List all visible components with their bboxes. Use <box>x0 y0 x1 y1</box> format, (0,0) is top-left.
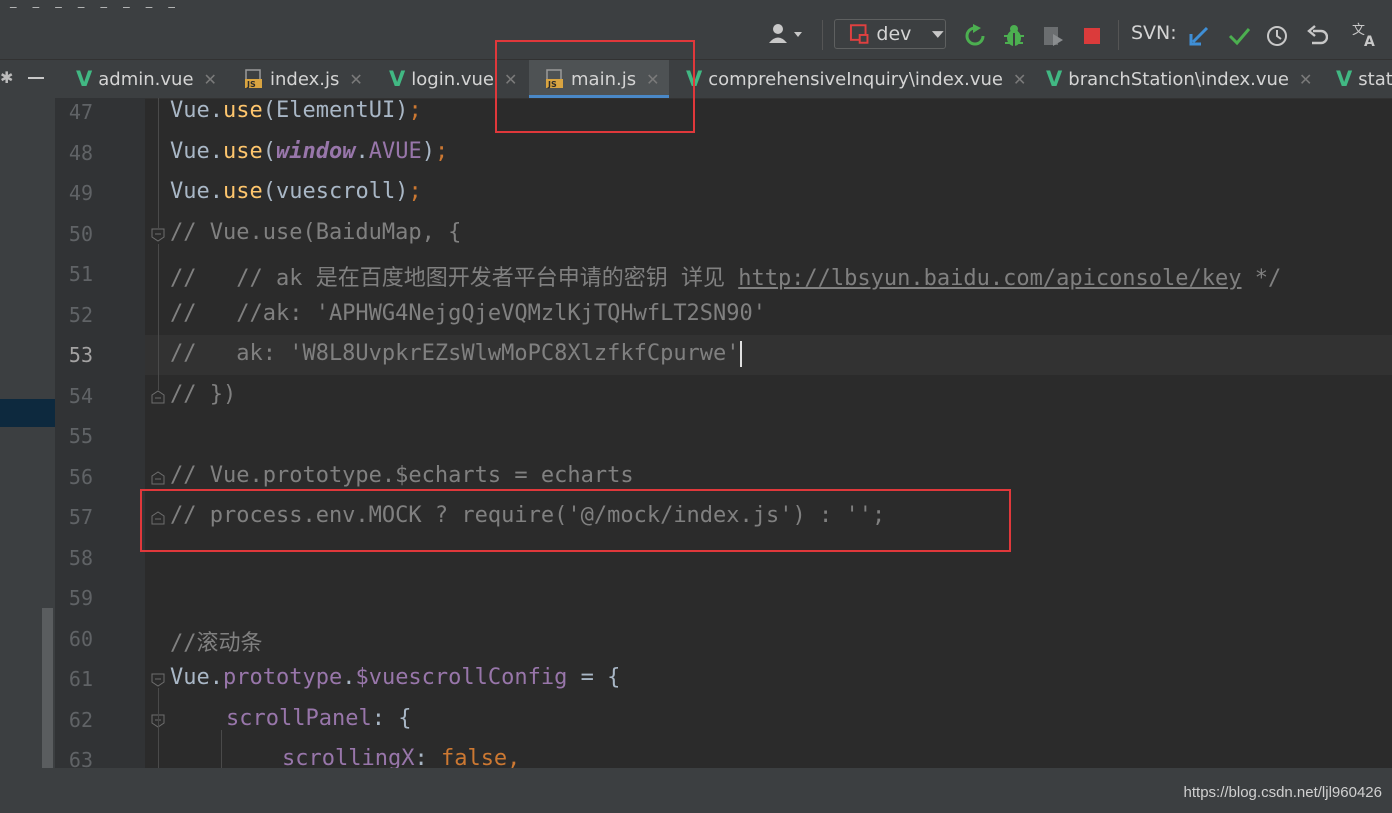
indent-guide <box>158 244 159 390</box>
branch-label: dev <box>876 23 912 45</box>
close-icon[interactable]: ✕ <box>1013 70 1026 89</box>
line-number: 59 <box>68 586 93 610</box>
svn-update-icon[interactable] <box>1186 22 1212 50</box>
svg-text:JS: JS <box>246 80 256 89</box>
tab-stat[interactable]: V stat <box>1336 60 1392 98</box>
code-line-56[interactable]: // Vue.prototype.$echarts = echarts <box>170 463 634 488</box>
line-number: 55 <box>68 424 93 448</box>
svn-label: SVN: <box>1131 22 1177 44</box>
history-icon[interactable] <box>1264 22 1290 50</box>
user-icon[interactable] <box>766 20 808 48</box>
vue-file-icon: V <box>389 67 406 91</box>
vue-file-icon: V <box>1336 67 1353 91</box>
stop-icon[interactable] <box>1080 22 1104 50</box>
fold-icon[interactable] <box>151 390 165 404</box>
line-number: 61 <box>68 667 93 691</box>
toolbar-separator <box>1118 20 1119 50</box>
code-line-52[interactable]: // //ak: 'APHWG4NejgQjeVQMzlKjTQHwfLT2SN… <box>170 301 766 326</box>
line-number: 60 <box>68 627 93 651</box>
debug-icon[interactable] <box>1000 22 1028 50</box>
line-number: 53 <box>68 343 93 367</box>
code-line-61[interactable]: Vue.prototype.$vuescrollConfig = { <box>170 665 620 690</box>
vue-file-icon: V <box>1046 67 1063 91</box>
coverage-icon[interactable] <box>1040 22 1066 50</box>
revert-icon[interactable] <box>1304 22 1330 50</box>
selected-item[interactable] <box>0 399 55 427</box>
watermark: https://blog.csdn.net/ljl960426 <box>1183 784 1382 801</box>
indent-guide <box>158 688 159 768</box>
tab-branch-station[interactable]: V branchStation\index.vue ✕ <box>1046 60 1312 98</box>
project-panel <box>0 98 55 813</box>
code-line-53[interactable]: // ak: 'W8L8UvpkrEZsWlwMoPC8XlzfkfCpurwe… <box>170 341 742 367</box>
svn-commit-icon[interactable] <box>1226 22 1252 50</box>
close-icon[interactable]: ✕ <box>349 70 362 89</box>
code-line-60[interactable]: //滚动条 <box>170 625 263 657</box>
code-line-51[interactable]: // // ak 是在百度地图开发者平台申请的密钥 详见 http://lbsy… <box>170 260 1281 292</box>
line-number: 48 <box>68 141 93 165</box>
text-caret <box>739 341 742 367</box>
tab-comprehensive-inquiry[interactable]: V comprehensiveInquiry\index.vue ✕ <box>686 60 1026 98</box>
config-icon <box>849 24 869 44</box>
svg-text:A: A <box>1364 34 1375 48</box>
chevron-down-icon <box>932 31 945 38</box>
tab-admin-vue[interactable]: V admin.vue ✕ <box>76 60 217 98</box>
close-icon[interactable]: ✕ <box>204 70 217 89</box>
line-number: 50 <box>68 222 93 246</box>
line-number: 54 <box>68 384 93 408</box>
rerun-icon[interactable] <box>962 22 988 50</box>
code-line-47[interactable]: Vue.use(ElementUI); <box>170 98 422 123</box>
code-line-49[interactable]: Vue.use(vuescroll); <box>170 179 422 204</box>
line-number: 47 <box>68 100 93 124</box>
toolbar-separator <box>822 20 823 50</box>
line-number: 62 <box>68 708 93 732</box>
branch-selector[interactable]: dev <box>834 19 946 49</box>
line-number: 49 <box>68 181 93 205</box>
line-number: 58 <box>68 546 93 570</box>
highlight-box-tab <box>495 40 695 133</box>
toolbar <box>0 14 1392 60</box>
minimize-icon[interactable] <box>28 77 44 79</box>
menu-bar: _ _ _ _ _ _ _ _ <box>0 0 1392 14</box>
line-number: 51 <box>68 262 93 286</box>
line-number: 57 <box>68 505 93 529</box>
highlight-box-mock-line <box>140 489 1011 552</box>
line-number: 52 <box>68 303 93 327</box>
line-number: 56 <box>68 465 93 489</box>
tab-index-js[interactable]: JS index.js ✕ <box>244 60 363 98</box>
indent-guide <box>158 98 159 228</box>
close-icon[interactable]: ✕ <box>1299 70 1312 89</box>
fold-icon[interactable] <box>151 228 165 242</box>
gear-icon[interactable]: ✱ <box>0 68 13 87</box>
code-line-62[interactable]: scrollPanel: { <box>226 706 411 731</box>
fold-icon[interactable] <box>151 471 165 485</box>
js-file-icon: JS <box>245 69 262 89</box>
fold-icon[interactable] <box>151 673 165 687</box>
indent-guide <box>221 730 222 768</box>
scrollbar[interactable] <box>42 608 53 788</box>
code-line-54[interactable]: // }) <box>170 382 236 407</box>
vue-file-icon: V <box>76 67 93 91</box>
code-line-48[interactable]: Vue.use(window.AVUE); <box>170 139 448 164</box>
url-link[interactable]: http://lbsyun.baidu.com/apiconsole/key <box>738 266 1241 291</box>
editor-tab-bar: ✱ V admin.vue ✕ JS index.js ✕ V login.vu… <box>0 60 1392 99</box>
translate-icon[interactable]: 文 A <box>1350 20 1380 48</box>
code-line-50[interactable]: // Vue.use(BaiduMap, { <box>170 220 461 245</box>
